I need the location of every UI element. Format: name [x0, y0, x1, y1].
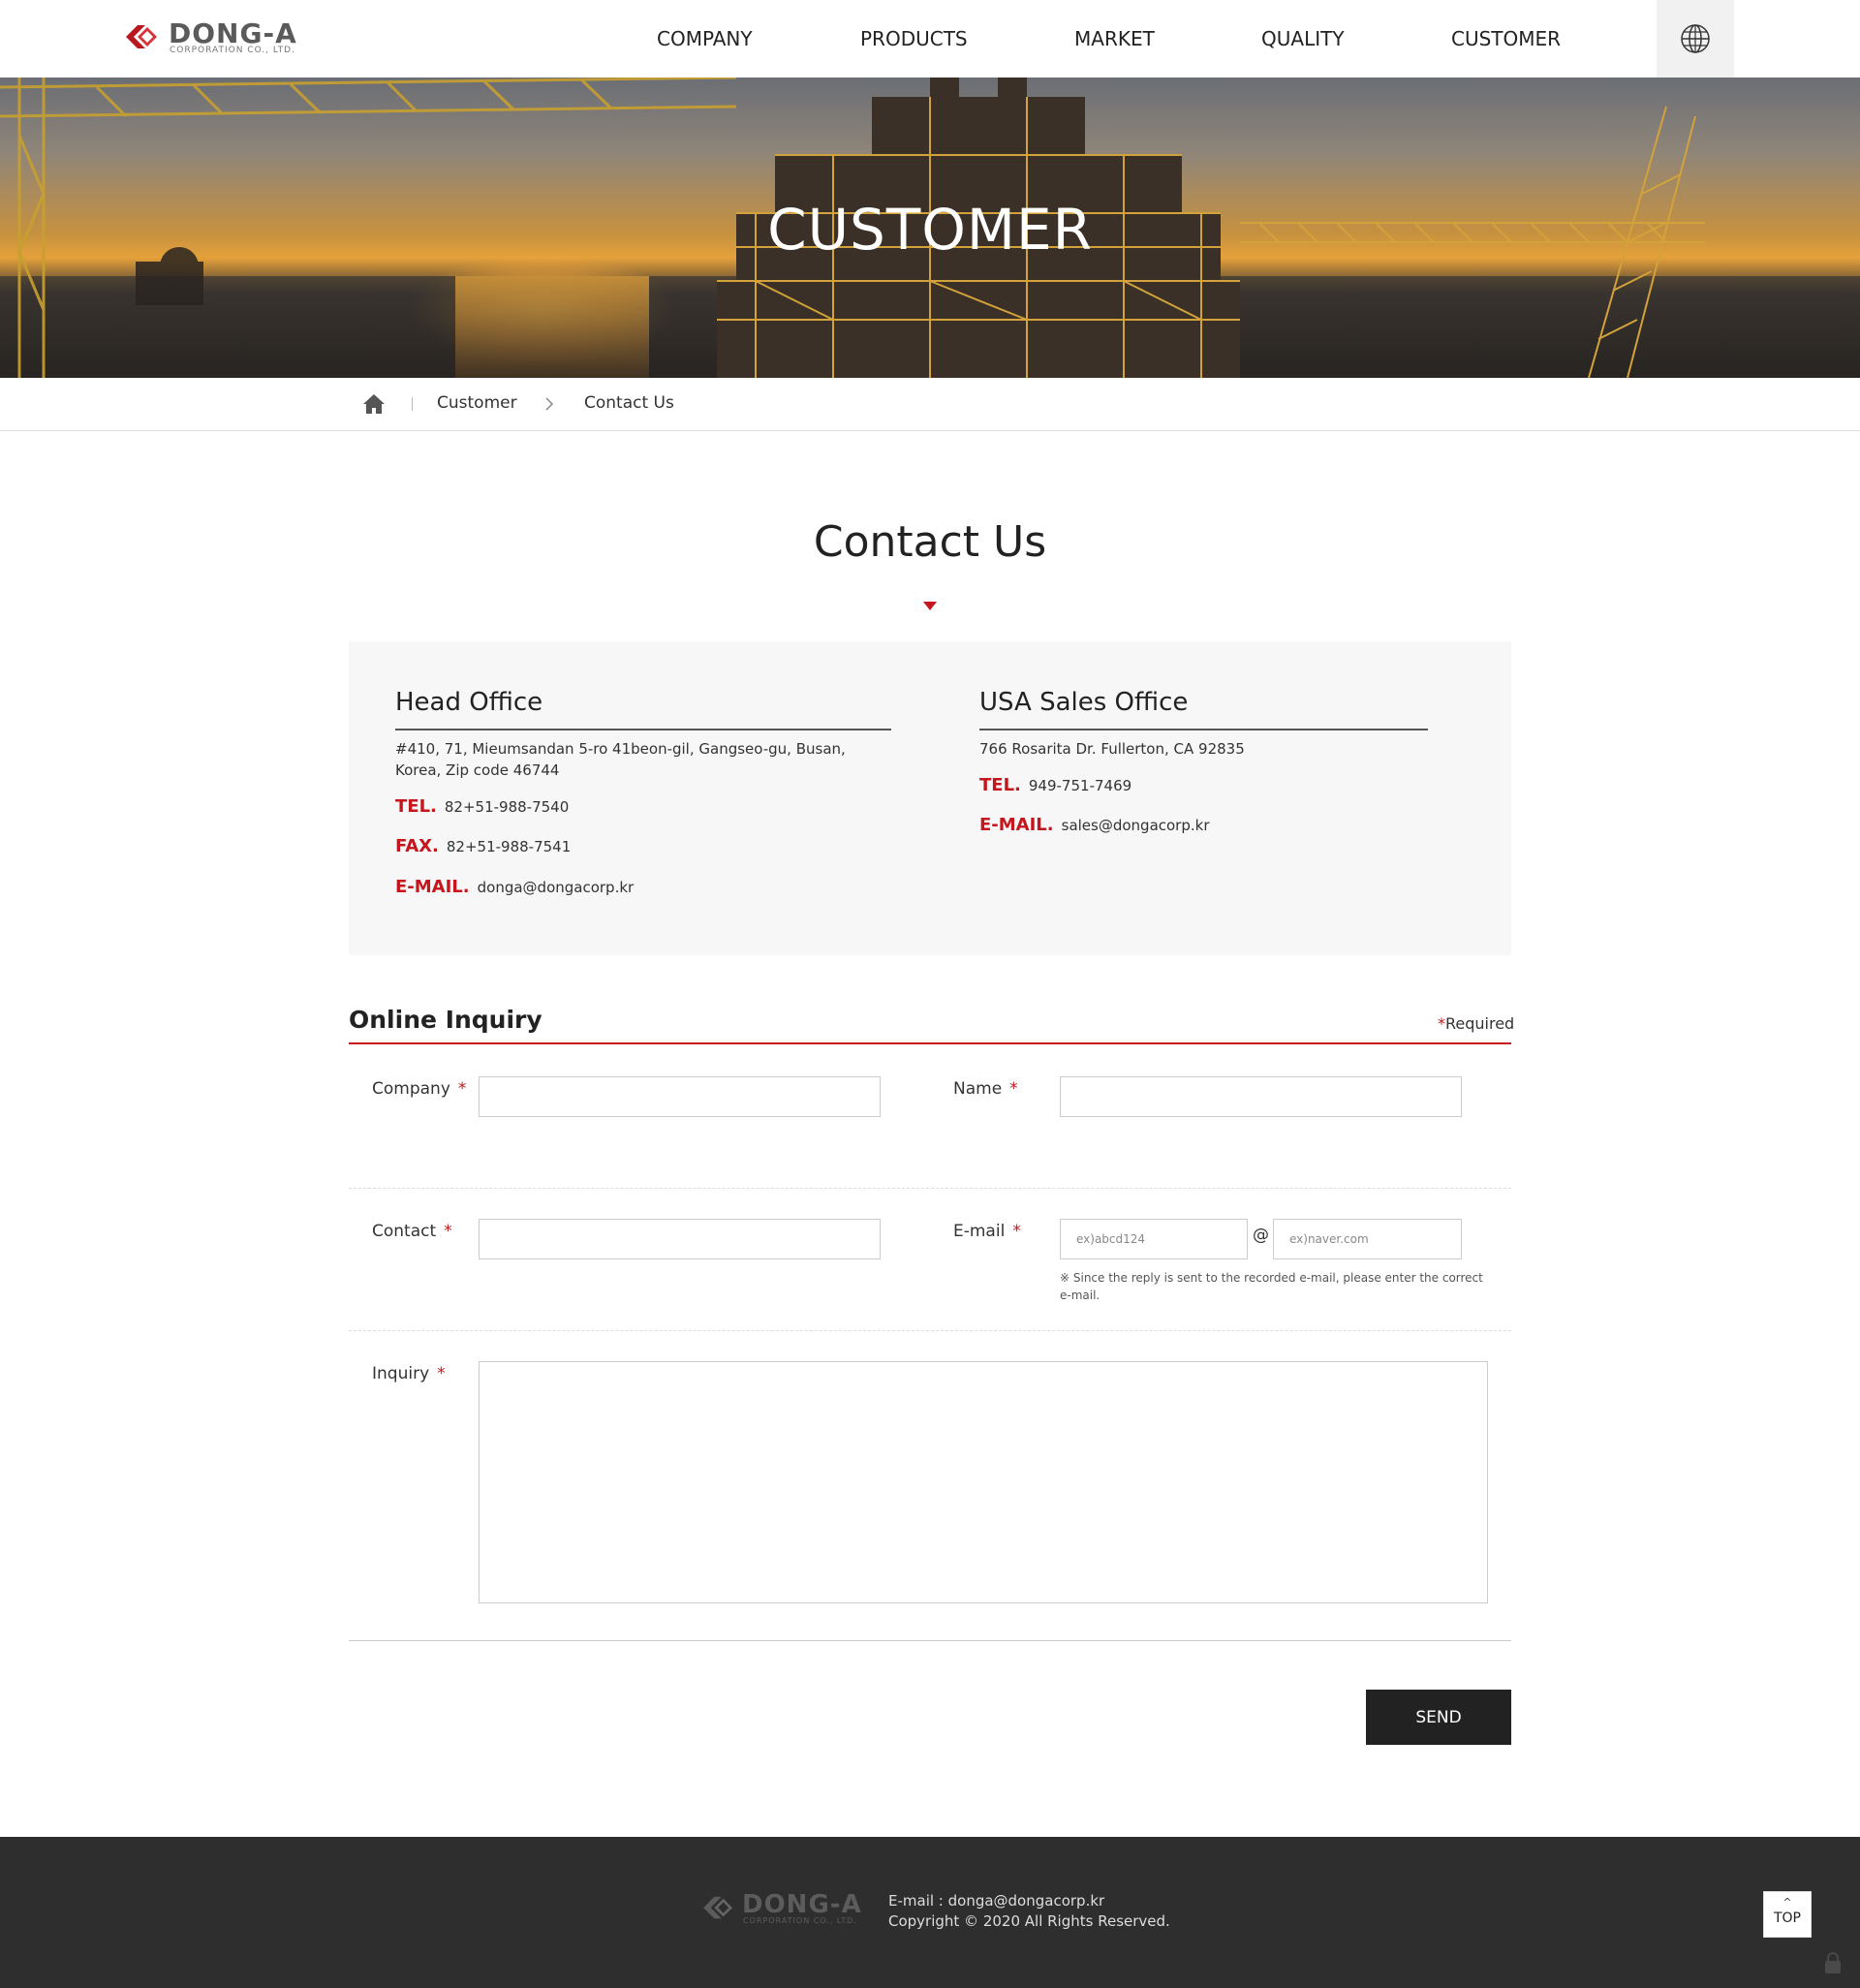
breadcrumb-customer[interactable]: Customer [437, 393, 517, 413]
contact-input[interactable] [479, 1219, 881, 1259]
required-note: *Required [1438, 1014, 1514, 1033]
site-header: DONG-A CORPORATION CO., LTD. COMPANY PRO… [0, 0, 1860, 78]
nav-customer[interactable]: CUSTOMER [1451, 25, 1561, 52]
online-inquiry-title: Online Inquiry [349, 1006, 542, 1034]
send-button[interactable]: SEND [1366, 1690, 1511, 1745]
tel-label: TEL. [395, 796, 437, 817]
contact-label: Contact * [372, 1221, 452, 1242]
required-star: * [437, 1364, 446, 1383]
head-office-address: #410, 71, Mieumsandan 5-ro 41beon-gil, G… [395, 738, 846, 781]
form-row-divider [349, 1330, 1511, 1331]
email-label: E-MAIL. [395, 877, 470, 897]
chevron-up-icon: ^ [1782, 1896, 1792, 1909]
head-office-fax: FAX. 82+51-988-7541 [395, 836, 571, 857]
form-row-divider [349, 1188, 1511, 1189]
name-input[interactable] [1060, 1076, 1462, 1117]
email-user-input[interactable] [1060, 1219, 1248, 1259]
breadcrumb-contact-us[interactable]: Contact Us [584, 393, 674, 413]
email-note: ※ Since the reply is sent to the recorde… [1060, 1269, 1496, 1304]
footer-email: E-mail : donga@dongacorp.kr [888, 1892, 1105, 1910]
tel-value: 82+51-988-7540 [444, 798, 570, 816]
language-button[interactable] [1657, 0, 1734, 78]
lock-icon [1825, 1952, 1841, 1973]
tel-label: TEL. [979, 775, 1021, 795]
form-bottom-divider [349, 1640, 1511, 1641]
company-label: Company * [372, 1078, 466, 1100]
email-label: E-MAIL. [979, 815, 1054, 835]
chevron-right-icon [545, 397, 554, 411]
name-label-text: Name [953, 1079, 1003, 1099]
required-star: * [444, 1222, 452, 1241]
usa-office-email: E-MAIL. sales@dongacorp.kr [979, 815, 1210, 836]
fax-label: FAX. [395, 836, 439, 856]
footer-logo: DONG-A CORPORATION CO., LTD. [701, 1891, 866, 1926]
head-office-divider [395, 729, 891, 730]
email-domain-input[interactable] [1273, 1219, 1462, 1259]
hero-banner: CUSTOMER [0, 78, 1860, 378]
page-title: Contact Us [813, 517, 1047, 567]
inquiry-label: Inquiry * [372, 1363, 446, 1384]
email-at-sign: @ [1253, 1226, 1269, 1245]
email-note-line1: ※ Since the reply is sent to the recorde… [1060, 1271, 1483, 1285]
hero-title: CUSTOMER [767, 197, 1093, 263]
head-office-tel: TEL. 82+51-988-7540 [395, 796, 569, 818]
inquiry-textarea[interactable] [479, 1361, 1488, 1603]
email-note-line2: e-mail. [1060, 1289, 1100, 1302]
email-label-text: E-mail [953, 1222, 1006, 1241]
breadcrumb: Customer Contact Us [0, 378, 1860, 431]
name-label: Name * [953, 1078, 1018, 1100]
tel-value: 949-751-7469 [1028, 777, 1132, 794]
required-star: * [1009, 1079, 1018, 1099]
contact-label-text: Contact [372, 1222, 437, 1241]
footer-logo-mark-icon [703, 1896, 732, 1919]
title-arrow-icon [923, 602, 937, 610]
company-input[interactable] [479, 1076, 881, 1117]
footer-logo-wordmark: DONG-A [742, 1890, 862, 1919]
scroll-top-label: TOP [1773, 1910, 1801, 1926]
home-icon[interactable] [362, 393, 386, 415]
required-star: * [1012, 1222, 1021, 1241]
inquiry-label-text: Inquiry [372, 1364, 430, 1383]
required-star: * [457, 1079, 467, 1099]
company-label-text: Company [372, 1079, 450, 1099]
usa-office-divider [979, 729, 1428, 730]
offices-box: Head Office #410, 71, Mieumsandan 5-ro 4… [349, 641, 1511, 955]
footer-info: E-mail : donga@dongacorp.kr Copyright © … [888, 1891, 1170, 1932]
usa-office-address: 766 Rosarita Dr. Fullerton, CA 92835 [979, 740, 1245, 758]
nav-products[interactable]: PRODUCTS [860, 25, 968, 52]
globe-icon [1681, 24, 1710, 53]
usa-office-tel: TEL. 949-751-7469 [979, 775, 1132, 796]
head-office-title: Head Office [395, 688, 543, 717]
nav-company[interactable]: COMPANY [657, 25, 753, 52]
head-office-email: E-MAIL. donga@dongacorp.kr [395, 877, 634, 898]
head-office-address-line1: #410, 71, Mieumsandan 5-ro 41beon-gil, G… [395, 740, 846, 758]
usa-office-title: USA Sales Office [979, 688, 1189, 717]
nav-market[interactable]: MARKET [1074, 25, 1155, 52]
footer-logo-subtitle: CORPORATION CO., LTD. [743, 1916, 857, 1925]
required-star: * [1438, 1014, 1445, 1033]
main-nav: COMPANY PRODUCTS MARKET QUALITY CUSTOMER [0, 0, 1860, 78]
email-label: E-mail * [953, 1221, 1021, 1242]
email-value[interactable]: sales@dongacorp.kr [1062, 817, 1210, 834]
inquiry-title-underline [349, 1042, 1511, 1044]
site-footer: DONG-A CORPORATION CO., LTD. E-mail : do… [0, 1837, 1860, 1988]
nav-quality[interactable]: QUALITY [1261, 25, 1345, 52]
email-value[interactable]: donga@dongacorp.kr [478, 879, 635, 896]
scroll-top-button[interactable]: ^ TOP [1763, 1891, 1812, 1938]
head-office-address-line2: Korea, Zip code 46744 [395, 761, 560, 779]
footer-copyright: Copyright © 2020 All Rights Reserved. [888, 1912, 1170, 1930]
required-text: Required [1445, 1014, 1515, 1033]
breadcrumb-separator [412, 397, 413, 411]
fax-value: 82+51-988-7541 [446, 838, 572, 855]
